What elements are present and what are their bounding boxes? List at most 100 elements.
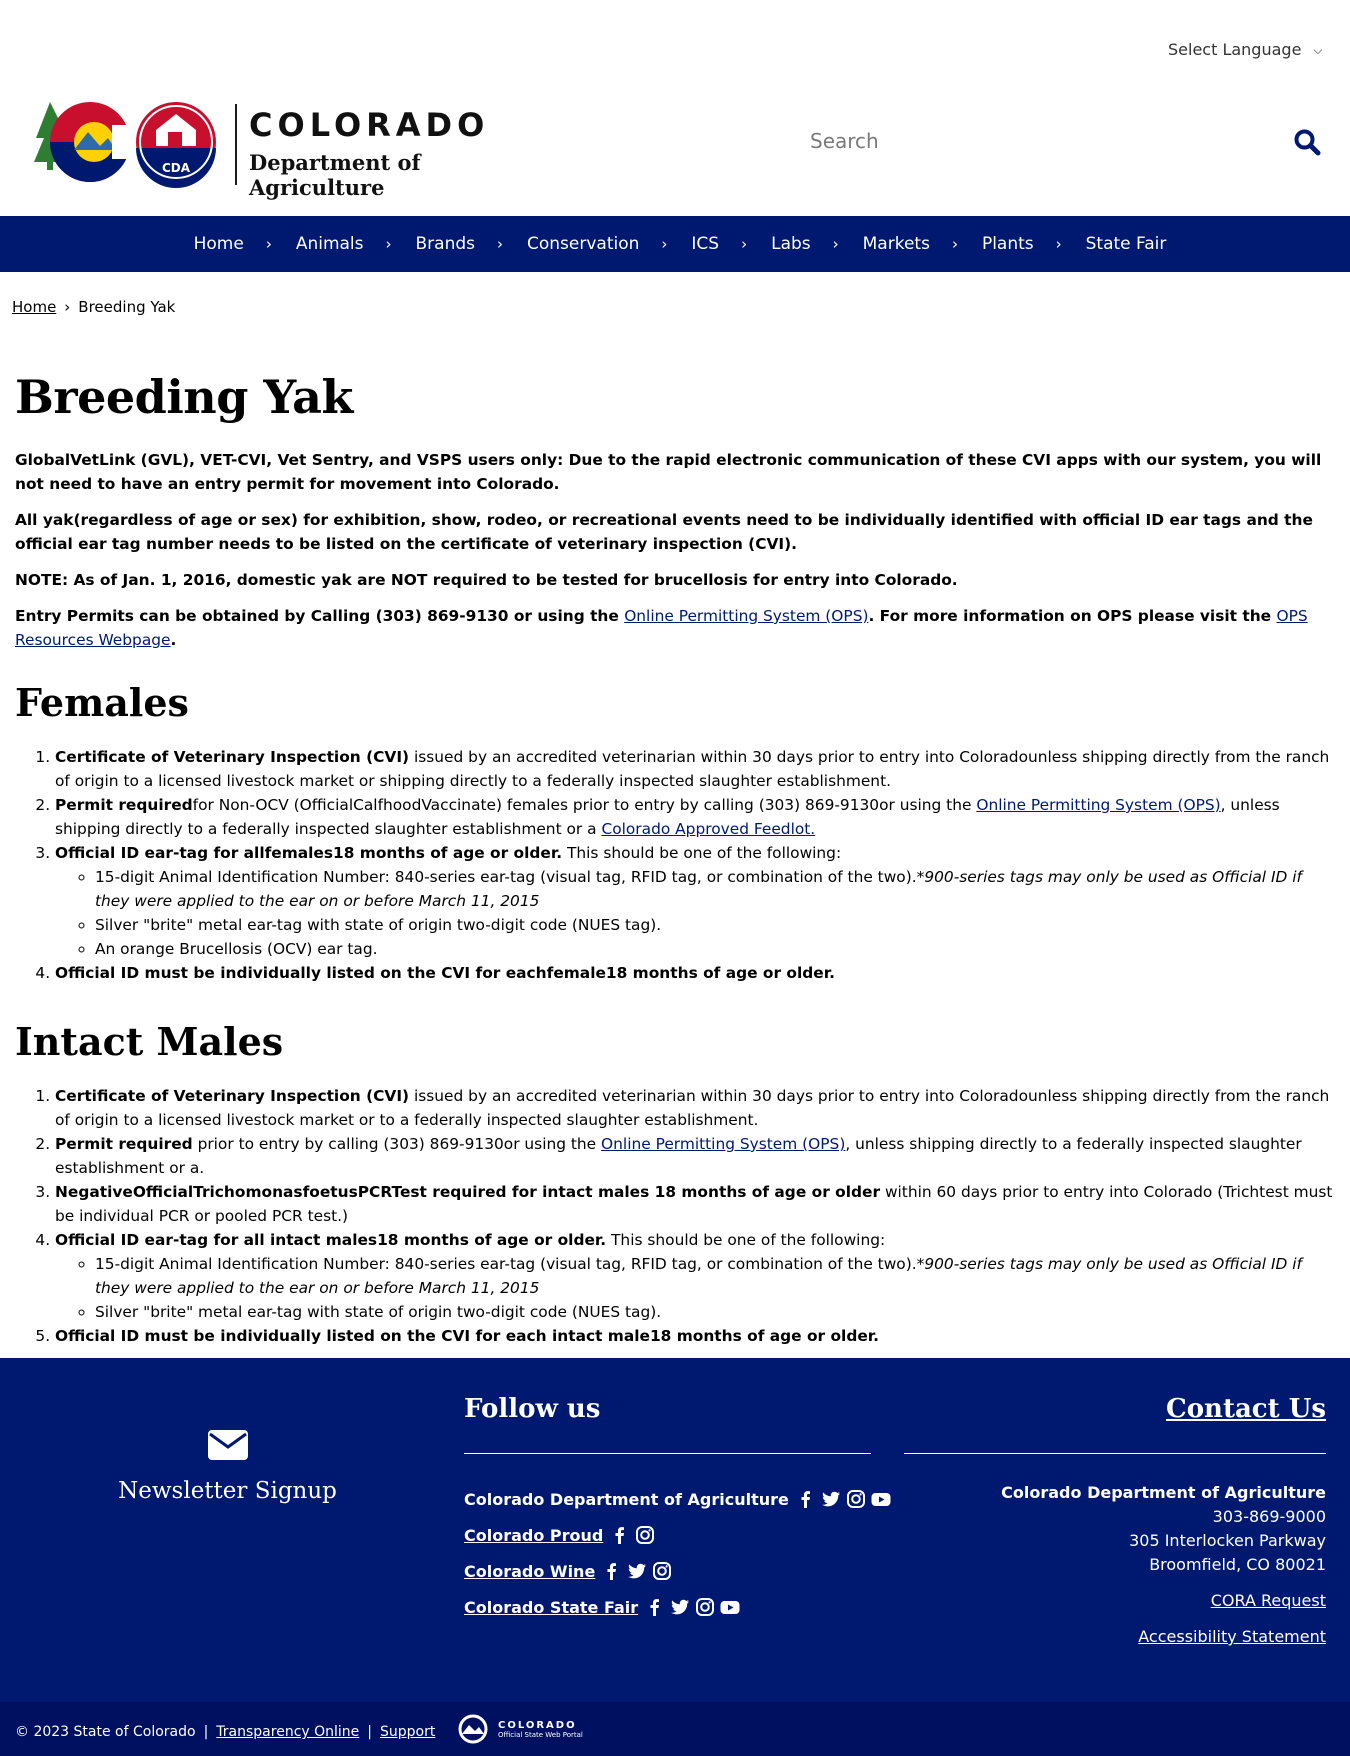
social-account-name[interactable]: Colorado Wine (464, 1562, 595, 1581)
item-bold: Permit required (55, 1135, 193, 1153)
logo-divider (235, 104, 237, 185)
breadcrumb: Home › Breeding Yak (12, 298, 175, 316)
contact-name: Colorado Department of Agriculture (1001, 1483, 1326, 1502)
item-text: This should be one of the following: (606, 1231, 886, 1249)
nav-item-conservation[interactable]: Conservation › (527, 234, 691, 254)
twitter-icon[interactable] (820, 1488, 842, 1510)
item-text: Silver "brite" metal ear-tag with state … (95, 1303, 662, 1321)
males-list: Certificate of Veterinary Inspection (CV… (55, 1084, 1335, 1348)
logo-badge-text: CDA (162, 161, 191, 175)
chevron-right-icon: › (265, 235, 272, 253)
social-account-name[interactable]: Colorado State Fair (464, 1598, 638, 1617)
social-row: Colorado Proud (464, 1517, 895, 1553)
nav-item-plants[interactable]: Plants › (982, 234, 1086, 254)
transparency-online-link[interactable]: Transparency Online (216, 1724, 359, 1740)
search-icon (1294, 129, 1321, 156)
item-text: prior to entry by calling (303) 869-9130… (192, 1135, 602, 1153)
social-row: Colorado Department of Agriculture (464, 1481, 895, 1517)
twitter-icon[interactable] (626, 1560, 648, 1582)
nav-item-ics[interactable]: ICS › (691, 234, 771, 254)
portal-subtitle: Official State Web Portal (498, 1730, 583, 1739)
nav-link[interactable]: ICS (691, 234, 719, 254)
facebook-icon[interactable] (609, 1524, 631, 1546)
instagram-icon[interactable] (845, 1488, 867, 1510)
approved-feedlot-link[interactable]: Colorado Approved Feedlot. (601, 820, 815, 838)
intro-paragraph-events: All yak(regardless of age or sex) for ex… (15, 511, 1313, 553)
divider (464, 1453, 871, 1454)
permits-text: Entry Permits can be obtained by Calling… (15, 607, 625, 625)
chevron-right-icon: › (832, 235, 839, 253)
item-bold: Official ID must be individually listed … (55, 964, 835, 982)
item-text: 15-digit Animal Identification Number: 8… (95, 868, 917, 886)
nav-item-home[interactable]: Home › (194, 234, 296, 254)
note-paragraph: NOTE: As of Jan. 1, 2016, domestic yak a… (15, 571, 958, 589)
main-nav: Home › Animals › Brands › Conservation › ICS › Lab… (0, 216, 1350, 272)
divider (904, 1453, 1326, 1454)
chevron-right-icon: › (64, 298, 71, 316)
ops-link[interactable]: Online Permitting System (OPS) (624, 607, 868, 625)
item-bold: Certificate of Veterinary Inspection (CV… (55, 748, 410, 766)
females-list: Certificate of Veterinary Inspection (CV… (55, 745, 1335, 985)
nav-link[interactable]: Animals (296, 234, 364, 254)
facebook-icon[interactable] (601, 1560, 623, 1582)
social-row: Colorado Wine (464, 1553, 895, 1589)
contact-address-line1: 305 Interlocken Parkway (1129, 1531, 1326, 1550)
search-button[interactable] (1292, 128, 1322, 158)
item-text: for Non-OCV (OfficialCalfhoodVaccinate) … (192, 796, 977, 814)
list-item: Official ID must be individually listed … (55, 961, 1335, 985)
list-item: Official ID must be individually listed … (55, 1324, 1335, 1348)
social-account-name: Colorado Department of Agriculture (464, 1489, 789, 1509)
youtube-icon[interactable] (719, 1596, 741, 1618)
intro-paragraph-gvl: GlobalVetLink (GVL), VET-CVI, Vet Sentry… (15, 451, 1322, 493)
instagram-icon[interactable] (651, 1560, 673, 1582)
social-account-name[interactable]: Colorado Proud (464, 1526, 603, 1545)
sub-footer: © 2023 State of Colorado | Transparency On… (0, 1702, 1350, 1756)
newsletter-signup[interactable]: Newsletter Signup (0, 1430, 455, 1504)
search-input[interactable] (796, 124, 1276, 158)
males-heading: Intact Males (15, 1019, 284, 1064)
nav-link[interactable]: Labs (771, 234, 811, 254)
nav-link[interactable]: Conservation (527, 234, 639, 254)
site-logo[interactable]: CDA COLORADO Department of Agriculture (30, 100, 550, 200)
logo-state-text: COLORADO (249, 106, 490, 144)
list-item: NegativeOfficialTrichomonasfoetusPCRTest… (55, 1180, 1335, 1228)
chevron-right-icon: › (951, 235, 958, 253)
page-title: Breeding Yak (15, 370, 353, 424)
nav-link[interactable]: Home (194, 234, 244, 254)
state-portal-logo[interactable]: COLORADO Official State Web Portal (454, 1714, 583, 1744)
list-item: Silver "brite" metal ear-tag with state … (95, 1300, 1335, 1324)
nav-item-state-fair[interactable]: State Fair (1086, 234, 1167, 254)
follow-title: Follow us (464, 1394, 601, 1424)
contact-us-link[interactable]: Contact Us (1166, 1394, 1326, 1424)
nav-link[interactable]: State Fair (1086, 234, 1167, 254)
site-footer: Newsletter Signup Follow us Colorado Dep… (0, 1358, 1350, 1702)
nav-link[interactable]: Plants (982, 234, 1034, 254)
item-bold: Certificate of Veterinary Inspection (CV… (55, 1087, 410, 1105)
support-link[interactable]: Support (380, 1724, 435, 1740)
ops-link[interactable]: Online Permitting System (OPS) (601, 1135, 845, 1153)
youtube-icon[interactable] (870, 1488, 892, 1510)
item-bold: Official ID ear-tag for all intact males… (55, 1231, 607, 1249)
facebook-icon[interactable] (644, 1596, 666, 1618)
ops-link[interactable]: Online Permitting System (OPS) (976, 796, 1220, 814)
nav-item-animals[interactable]: Animals › (296, 234, 416, 254)
facebook-icon[interactable] (795, 1488, 817, 1510)
nav-item-labs[interactable]: Labs › (771, 234, 863, 254)
nav-item-brands[interactable]: Brands › (416, 234, 528, 254)
contact-info: Colorado Department of Agriculture 303-8… (1001, 1481, 1326, 1649)
permits-text-mid: . For more information on OPS please vis… (868, 607, 1277, 625)
list-item: Certificate of Veterinary Inspection (CV… (55, 745, 1335, 793)
accessibility-statement-link[interactable]: Accessibility Statement (1001, 1625, 1326, 1649)
list-item: Permit requiredfor Non-OCV (OfficialCalf… (55, 793, 1335, 841)
instagram-icon[interactable] (634, 1524, 656, 1546)
cora-request-link[interactable]: CORA Request (1001, 1589, 1326, 1613)
instagram-icon[interactable] (694, 1596, 716, 1618)
twitter-icon[interactable] (669, 1596, 691, 1618)
nav-item-markets[interactable]: Markets › (863, 234, 982, 254)
nav-link[interactable]: Markets (863, 234, 930, 254)
search-bar (796, 118, 1330, 168)
language-selector[interactable]: Select Language ⌵ (1168, 40, 1323, 59)
list-item: 15-digit Animal Identification Number: 8… (95, 865, 1335, 913)
breadcrumb-home-link[interactable]: Home (12, 298, 56, 316)
nav-link[interactable]: Brands (416, 234, 476, 254)
